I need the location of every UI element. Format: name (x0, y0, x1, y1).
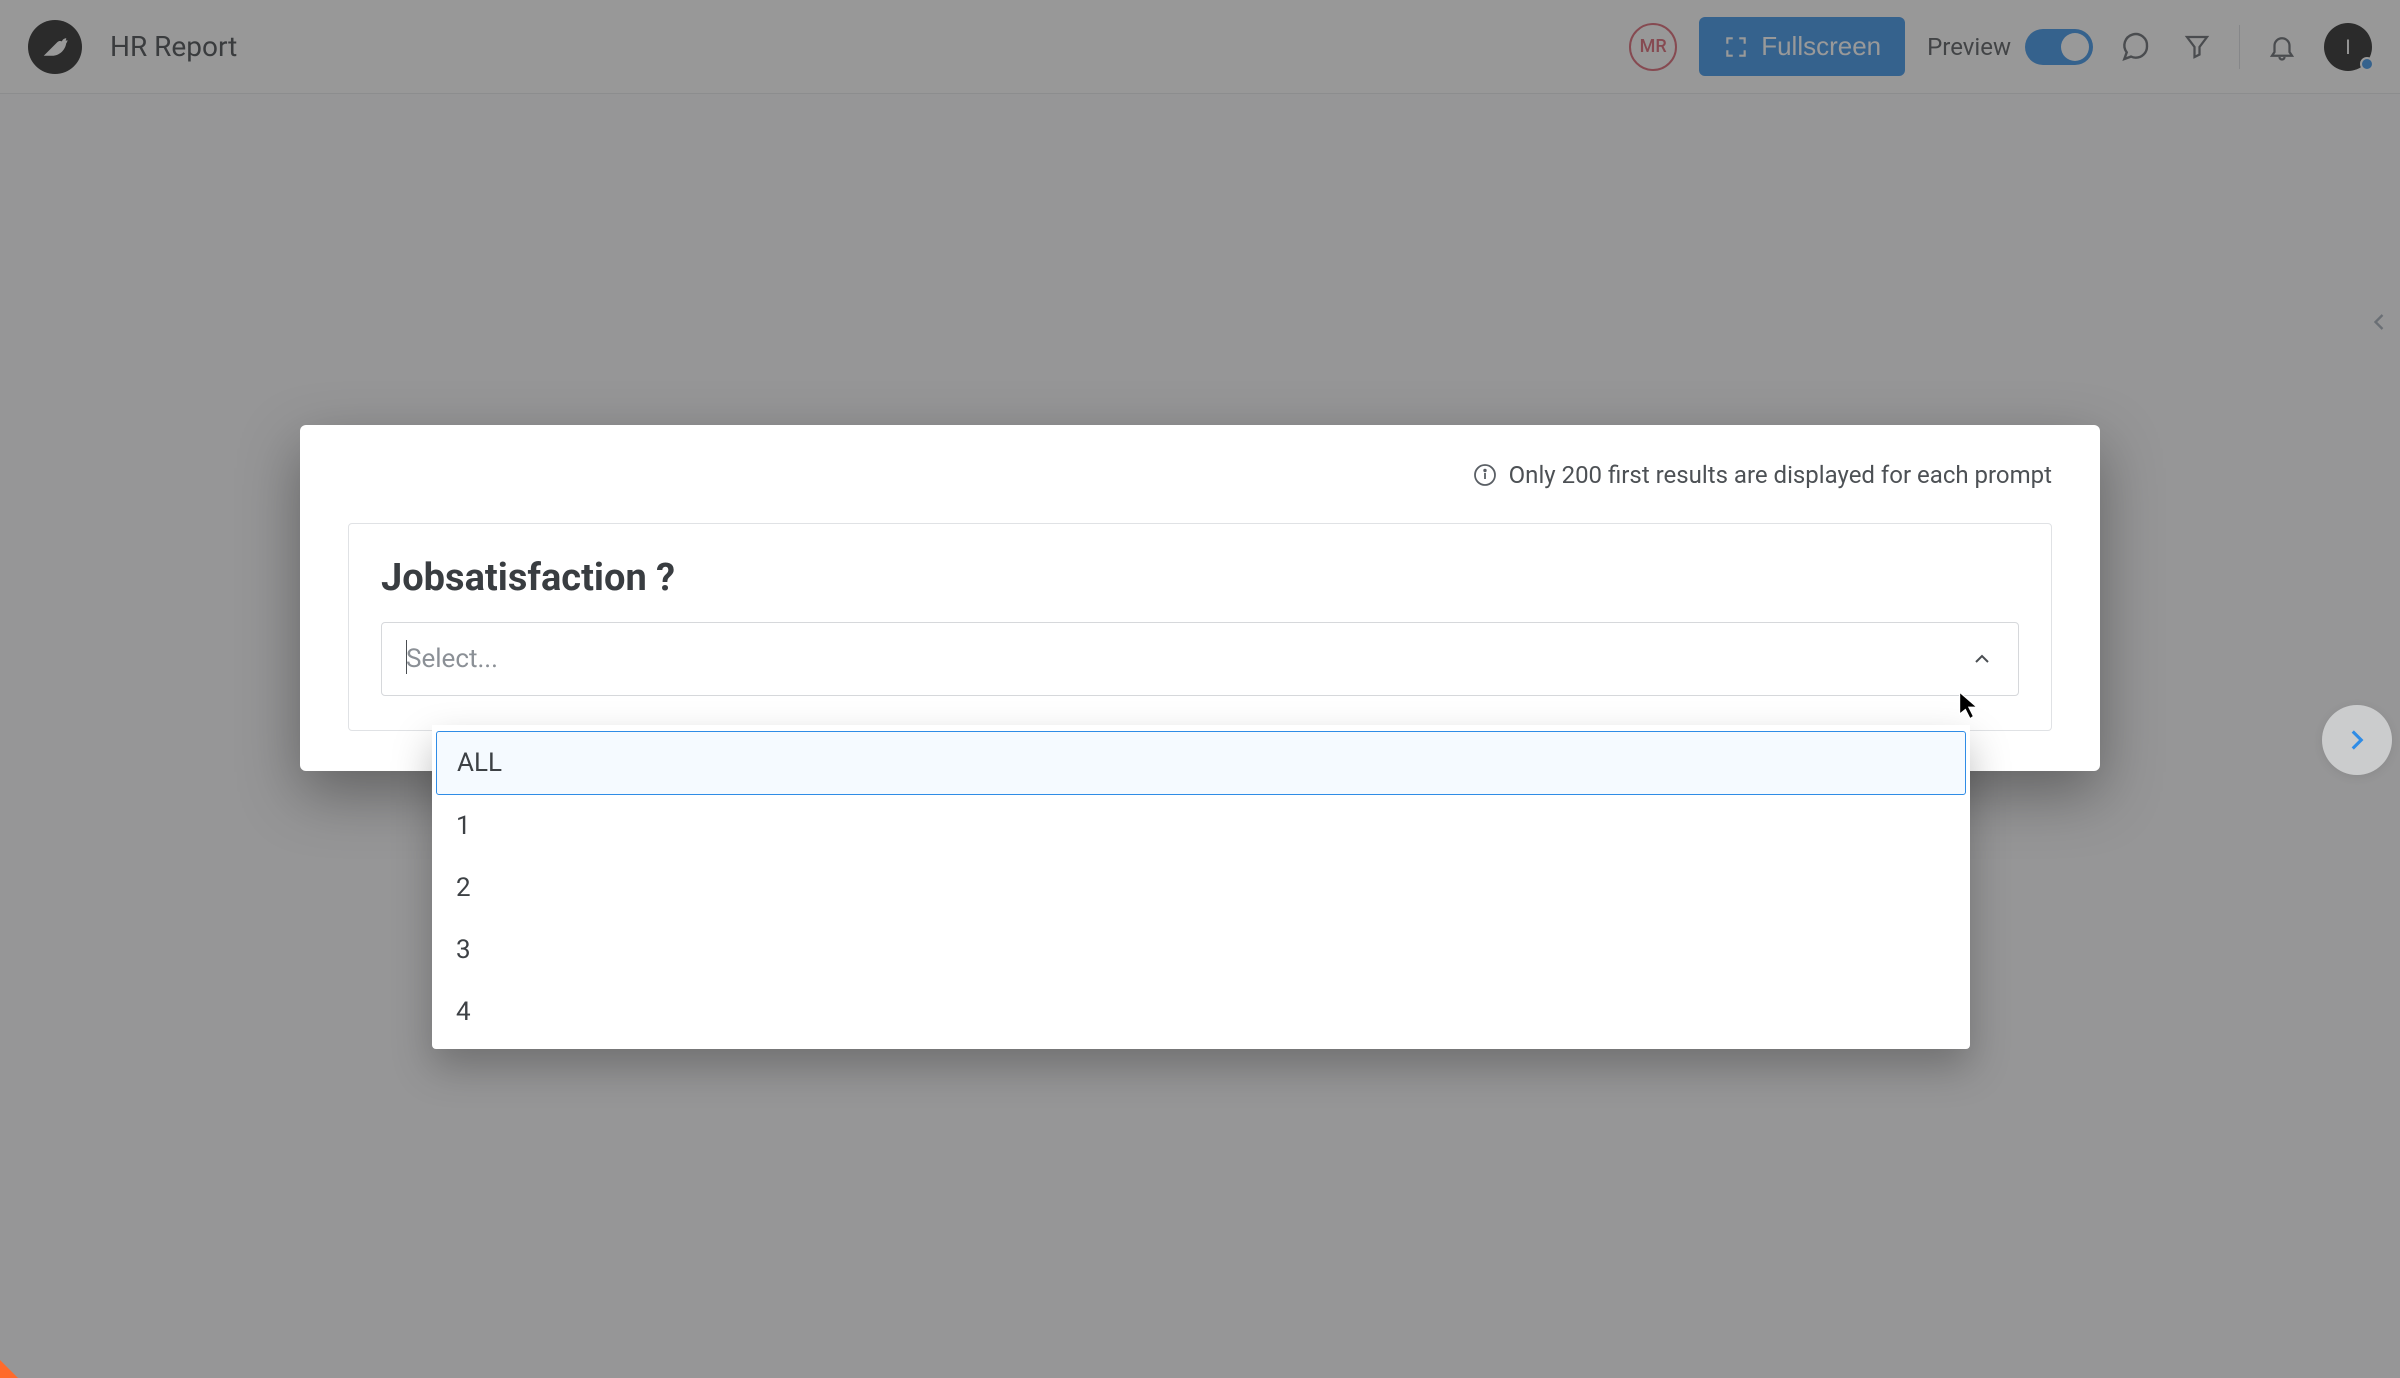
dropdown-option-1[interactable]: 1 (436, 795, 1966, 857)
next-page-button[interactable] (2322, 705, 2392, 775)
dropdown-option-2[interactable]: 2 (436, 857, 1966, 919)
chevron-left-icon (2365, 308, 2393, 336)
right-panel-collapse[interactable] (2358, 292, 2400, 352)
dropdown-option-3[interactable]: 3 (436, 919, 1966, 981)
prompt-modal: Only 200 first results are displayed for… (300, 425, 2100, 771)
chevron-up-icon (1970, 647, 1994, 671)
modal-info-bar: Only 200 first results are displayed for… (348, 461, 2052, 489)
dropdown-option-all[interactable]: ALL (436, 731, 1966, 795)
info-icon (1473, 463, 1497, 487)
text-cursor (406, 640, 407, 674)
select-placeholder: Select... (406, 644, 498, 674)
prompt-title: Jobsatisfaction ? (381, 556, 2019, 600)
prompt-box: Jobsatisfaction ? Select... (348, 523, 2052, 731)
prompt-select-input[interactable]: Select... (381, 622, 2019, 696)
prompt-dropdown: ALL 1 2 3 4 (432, 725, 1970, 1049)
dropdown-option-4[interactable]: 4 (436, 981, 1966, 1043)
chevron-right-icon (2340, 723, 2374, 757)
modal-info-text: Only 200 first results are displayed for… (1509, 461, 2052, 489)
